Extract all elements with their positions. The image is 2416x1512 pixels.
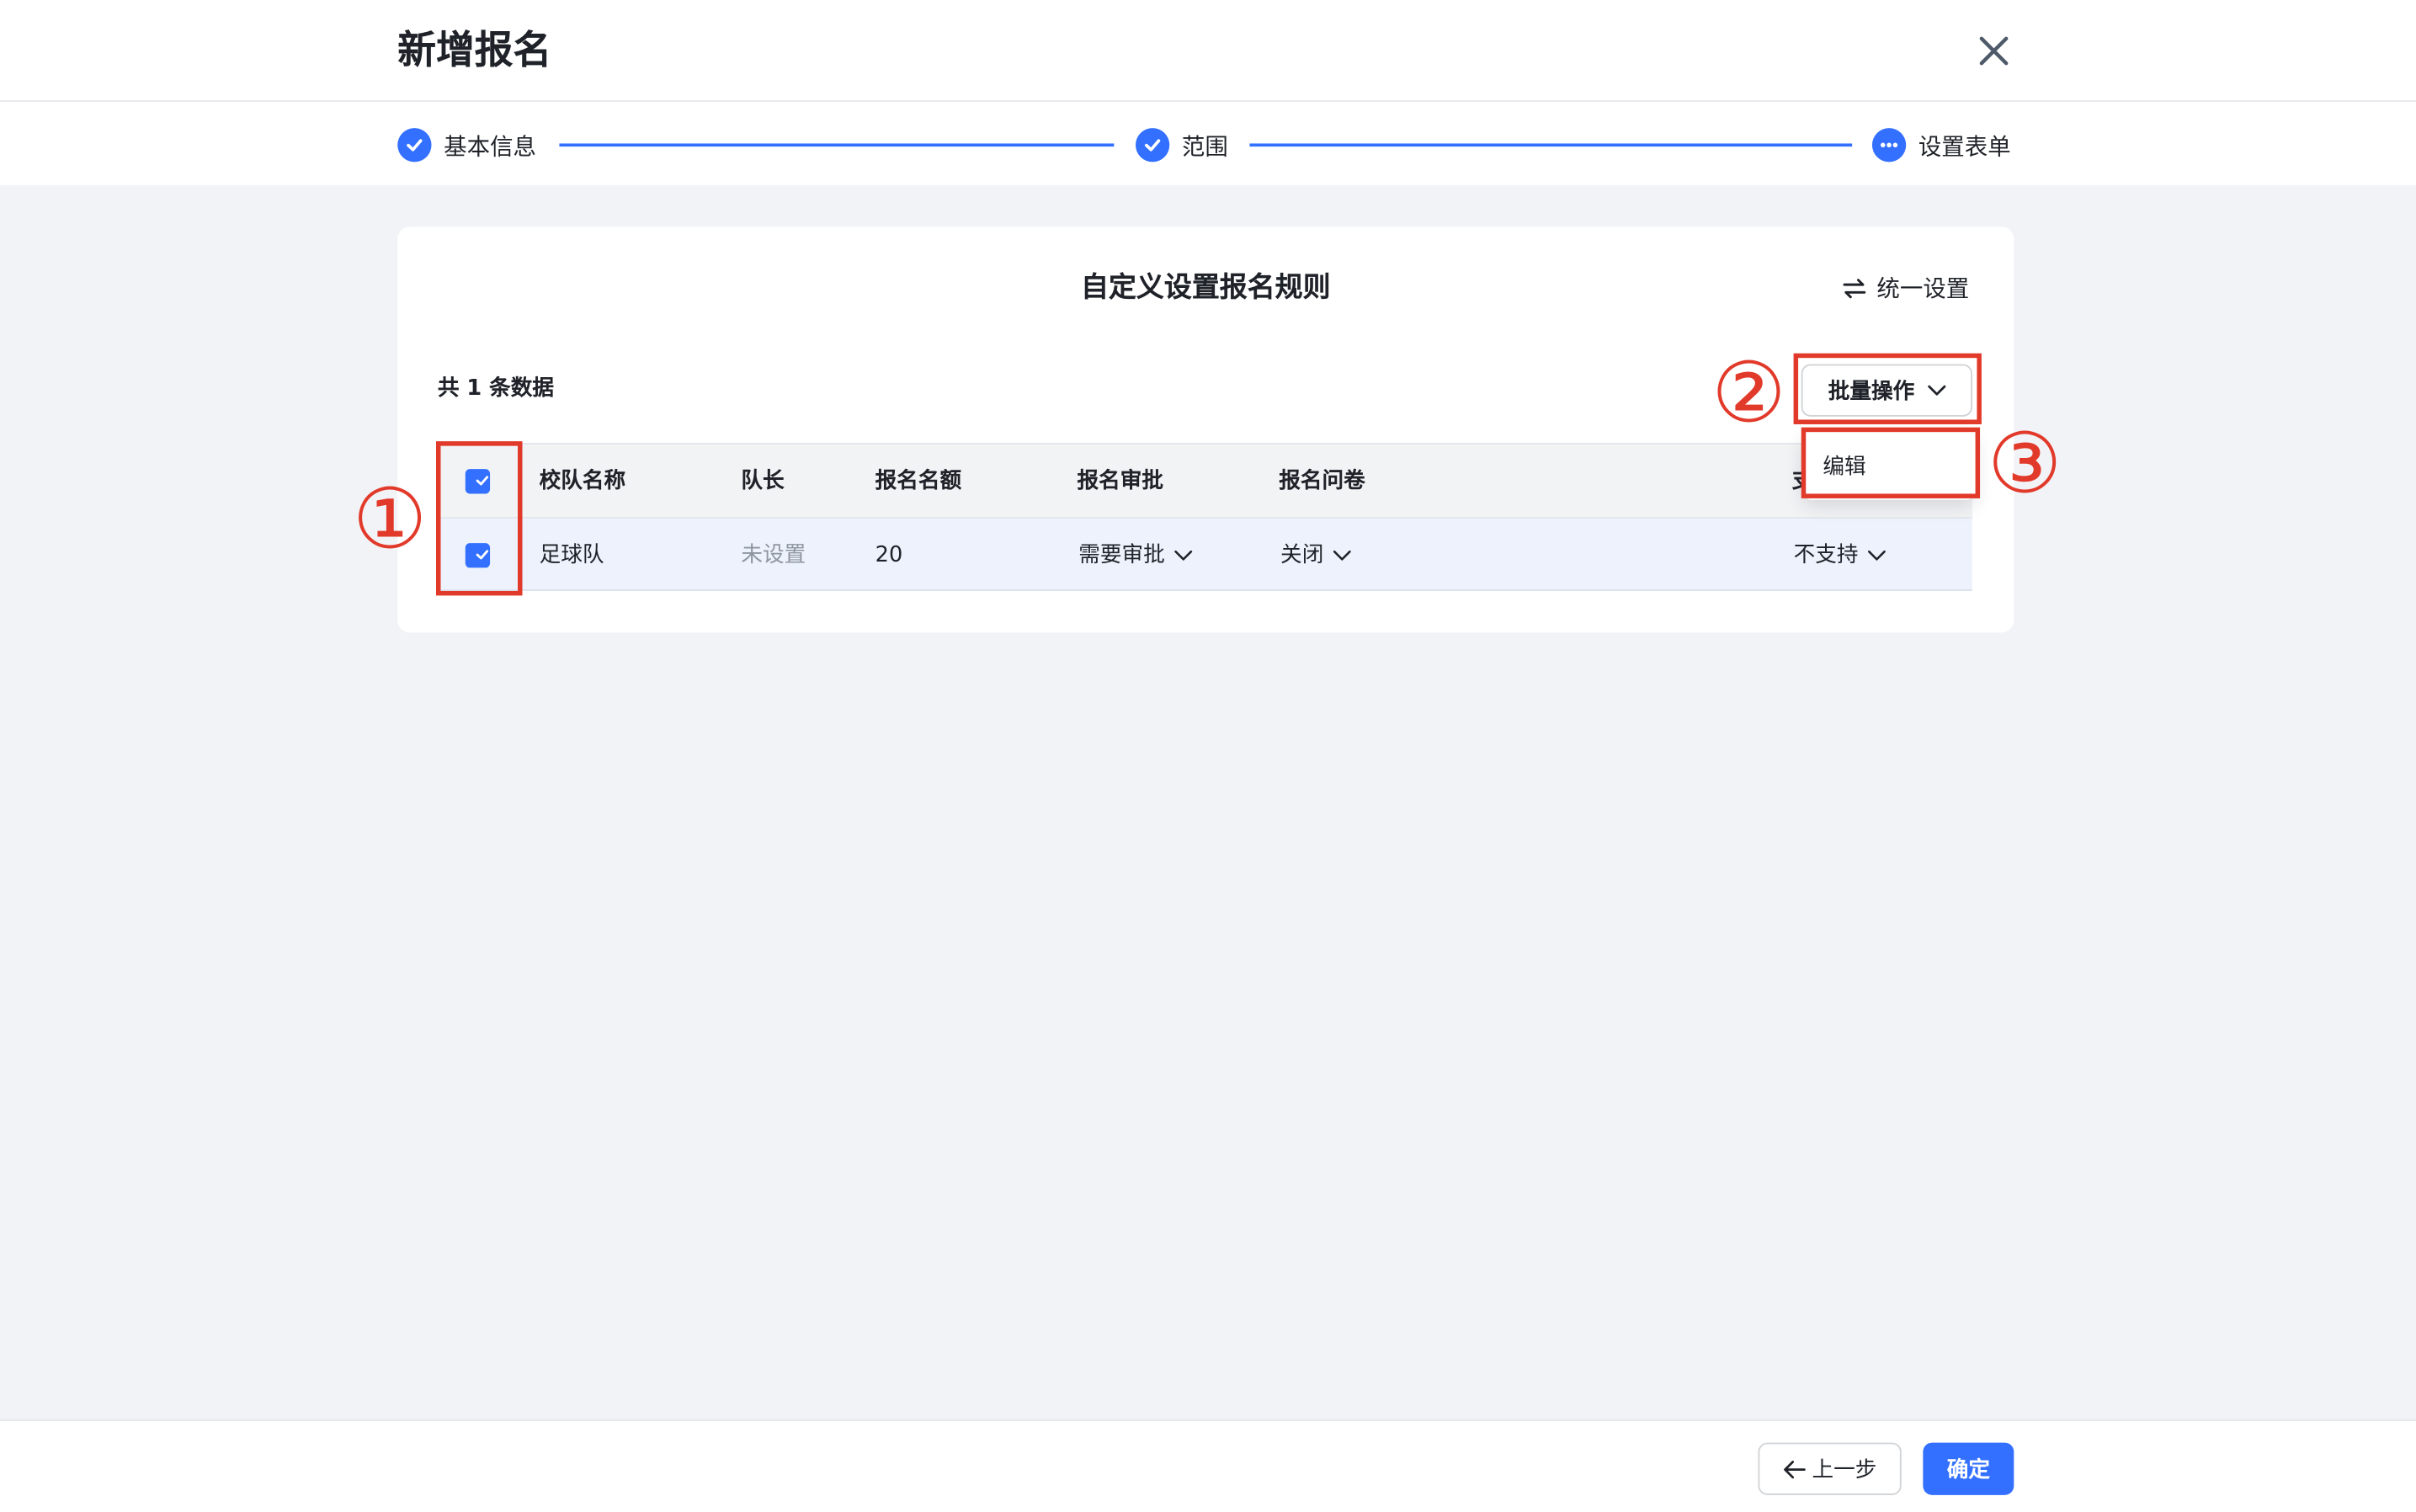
modal-header: 新增报名 bbox=[0, 0, 2416, 102]
annotation-marker-3: ③ bbox=[1987, 414, 2062, 513]
approval-select[interactable]: 需要审批 bbox=[1078, 519, 1193, 591]
column-header[interactable]: 报名问卷 bbox=[1279, 445, 1365, 517]
previous-step-button[interactable]: 上一步 bbox=[1758, 1442, 1902, 1495]
card-title: 自定义设置报名规则 bbox=[1081, 271, 1331, 305]
close-button[interactable] bbox=[1969, 26, 2019, 76]
record-count: 共 1 条数据 bbox=[437, 376, 555, 402]
unify-settings-button[interactable]: 统一设置 bbox=[1841, 270, 1969, 307]
confirm-button[interactable]: 确定 bbox=[1923, 1442, 2014, 1495]
chevron-down-icon bbox=[1867, 549, 1886, 560]
step-label: 设置表单 bbox=[1918, 131, 2011, 160]
close-icon bbox=[1979, 36, 2009, 66]
step-form-settings[interactable]: 设置表单 bbox=[1871, 126, 2011, 163]
annotation-box-checkboxes bbox=[436, 441, 523, 596]
table-row[interactable]: 足球队 未设置 20 需要审批 关闭 不支持 bbox=[437, 516, 1972, 591]
column-header[interactable]: 校队名称 bbox=[540, 445, 626, 517]
swap-icon bbox=[1843, 279, 1866, 299]
step-connector bbox=[559, 143, 1115, 147]
check-icon bbox=[1136, 128, 1170, 162]
step-connector bbox=[1249, 143, 1853, 147]
more-icon bbox=[1871, 128, 1907, 162]
captain-cell: 未设置 bbox=[741, 542, 806, 567]
unify-settings-label: 统一设置 bbox=[1876, 274, 1970, 303]
check-icon bbox=[397, 128, 432, 162]
modal-footer: 上一步 确定 bbox=[0, 1419, 2416, 1512]
step-scope[interactable]: 范围 bbox=[1136, 126, 1228, 163]
step-label: 范围 bbox=[1181, 131, 1228, 160]
quota-cell: 20 bbox=[875, 542, 903, 567]
teams-table: 校队名称 队长 报名名额 报名审批 报名问卷 支 足球队 未设置 20 需要审批 bbox=[437, 442, 1972, 591]
arrow-left-icon bbox=[1784, 1460, 1806, 1478]
stepper: 基本信息 范围 设置表单 bbox=[0, 101, 2416, 185]
step-label: 基本信息 bbox=[444, 131, 537, 160]
support-select[interactable]: 不支持 bbox=[1794, 519, 1887, 591]
step-basic-info[interactable]: 基本信息 bbox=[397, 126, 536, 163]
annotation-box-edit bbox=[1801, 427, 1981, 498]
questionnaire-select[interactable]: 关闭 bbox=[1280, 519, 1351, 591]
team-name-cell: 足球队 bbox=[539, 542, 604, 567]
annotation-marker-2: ② bbox=[1711, 343, 1786, 442]
previous-step-label: 上一步 bbox=[1812, 1457, 1877, 1483]
column-header[interactable]: 报名名额 bbox=[875, 445, 962, 517]
questionnaire-value: 关闭 bbox=[1280, 542, 1324, 567]
chevron-down-icon bbox=[1333, 549, 1351, 560]
annotation-box-batch bbox=[1793, 353, 1982, 424]
table-header: 校队名称 队长 报名名额 报名审批 报名问卷 支 bbox=[437, 442, 1972, 517]
support-value: 不支持 bbox=[1793, 542, 1859, 567]
chevron-down-icon bbox=[1174, 549, 1193, 560]
column-header[interactable]: 队长 bbox=[741, 445, 784, 517]
page-title: 新增报名 bbox=[397, 27, 552, 73]
approval-value: 需要审批 bbox=[1078, 542, 1165, 567]
modal-page: 新增报名 基本信息 范围 设置表单 自定义设置报名规则 统一设置 共 1 条数据… bbox=[0, 0, 2416, 1512]
annotation-marker-1: ① bbox=[352, 470, 428, 568]
column-header[interactable]: 报名审批 bbox=[1077, 445, 1163, 517]
